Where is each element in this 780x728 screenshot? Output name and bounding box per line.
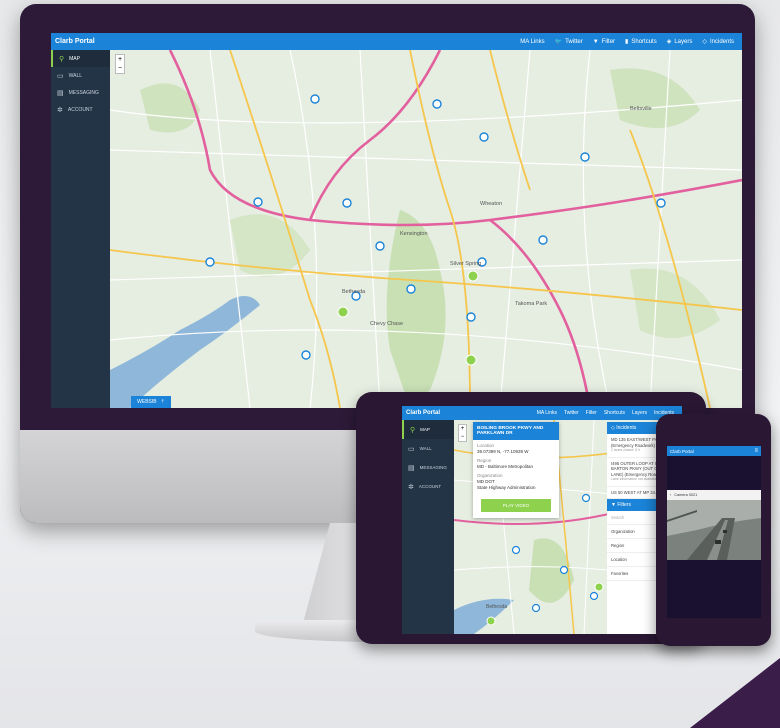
camera-video-feed[interactable]: [667, 500, 761, 560]
play-video-button[interactable]: PLAY VIDEO: [481, 499, 551, 512]
region-label: Region: [477, 458, 492, 463]
phone-logo[interactable]: Clarb Portal: [670, 449, 694, 454]
tablet-nav-twitter[interactable]: Twitter: [564, 410, 579, 416]
organization-label: Organization: [477, 473, 503, 478]
organization-value-detail: State Highway Administration: [477, 485, 536, 490]
traffic-camera-image: [667, 500, 761, 560]
camera-label: Camera 0021: [674, 493, 698, 497]
top-navbar: Clarb Portal MA Links 🐦 Twitter ▼ Filter ▮…: [51, 33, 742, 50]
zoom-control: + −: [115, 54, 125, 74]
map-pin-icon: ⚲: [410, 426, 416, 434]
bookmark-icon: ▮: [625, 39, 629, 45]
tablet-nav-links: MA Links Twitter Filter Shortcuts Layers…: [537, 410, 682, 416]
map-pin-icon: ⚲: [59, 55, 65, 63]
sidebar-item-messaging[interactable]: ▤ MESSAGING: [51, 84, 110, 101]
camera-title-bar: ‹ Camera 0021: [667, 490, 761, 500]
tablet-zoom-control: + −: [458, 424, 467, 442]
tablet-nav-shortcuts[interactable]: Shortcuts: [604, 410, 625, 416]
svg-text:Kensington: Kensington: [400, 231, 428, 237]
tablet-nav-ma-links[interactable]: MA Links: [537, 410, 557, 416]
tablet-nav-layers[interactable]: Layers: [632, 410, 647, 416]
tablet-zoom-in-button[interactable]: +: [459, 425, 466, 433]
map-graphic: Bethesda Silver Spring Chevy Chase Takom…: [109, 49, 742, 408]
svg-text:Bethesda: Bethesda: [342, 289, 366, 295]
svg-text:Wheaton: Wheaton: [480, 201, 502, 207]
app-logo[interactable]: Clarb Portal: [51, 38, 115, 45]
phone-spacer: [667, 456, 761, 490]
gear-icon: ✲: [57, 106, 63, 114]
region-value: MD - Baltimore Metropolitan: [477, 464, 534, 469]
nav-ma-links[interactable]: MA Links: [520, 39, 544, 45]
svg-text:Bethesda: Bethesda: [486, 604, 507, 610]
expand-icon: ⇡: [160, 399, 165, 405]
svg-text:Takoma Park: Takoma Park: [515, 301, 547, 307]
wall-icon: ▭: [57, 72, 64, 80]
zoom-in-button[interactable]: +: [116, 55, 124, 64]
tablet-sidebar-item-account[interactable]: ✲ ACCOUNT: [402, 477, 454, 496]
tablet-logo[interactable]: Clarb Portal: [402, 410, 456, 416]
tablet-navbar: Clarb Portal MA Links Twitter Filter Sho…: [402, 406, 682, 420]
svg-text:Beltsville: Beltsville: [630, 106, 652, 112]
decorative-corner: [690, 658, 780, 728]
camera-popup: BOILING BROOK PKWY AND PARKLAWN DR Locat…: [473, 422, 559, 518]
nav-shortcuts[interactable]: ▮ Shortcuts: [625, 38, 657, 46]
sidebar-item-wall[interactable]: ▭ WALL: [51, 67, 110, 84]
nav-twitter[interactable]: 🐦 Twitter: [554, 38, 583, 46]
filter-icon: ▼: [592, 38, 599, 45]
tablet-screen: Clarb Portal MA Links Twitter Filter Sho…: [402, 406, 682, 634]
twitter-icon: 🐦: [554, 39, 563, 45]
hamburger-menu-icon[interactable]: ≡: [754, 448, 758, 454]
map-canvas[interactable]: Bethesda Silver Spring Chevy Chase Takom…: [109, 49, 742, 408]
message-icon: ▤: [57, 89, 64, 97]
tablet-sidebar-item-wall[interactable]: ▭ WALL: [402, 439, 454, 458]
top-nav-links: MA Links 🐦 Twitter ▼ Filter ▮ Shortcuts ◈ La…: [520, 38, 742, 46]
wall-icon: ▭: [408, 445, 415, 453]
location-label: Location: [477, 443, 495, 448]
tablet-sidebar-item-map[interactable]: ⚲ MAP: [402, 420, 454, 439]
desktop-screen: Clarb Portal MA Links 🐦 Twitter ▼ Filter ▮…: [51, 33, 742, 408]
sidebar: ⚲ MAP ▭ WALL ▤ MESSAGING ✲ ACCOUNT: [51, 50, 110, 408]
message-icon: ▤: [408, 464, 415, 472]
nav-incidents[interactable]: ◇ Incidents: [702, 38, 734, 46]
layers-icon: ◈: [666, 39, 672, 45]
back-arrow-icon[interactable]: ‹: [670, 493, 671, 497]
gear-icon: ✲: [408, 483, 414, 491]
sidebar-item-map[interactable]: ⚲ MAP: [51, 50, 110, 67]
incident-icon: ◇: [702, 39, 707, 45]
map-widget-button[interactable]: WEBSIB ⇡: [131, 396, 171, 408]
svg-text:Silver Spring: Silver Spring: [450, 261, 481, 267]
popup-title: BOILING BROOK PKWY AND PARKLAWN DR: [473, 422, 559, 440]
location-value: 39.07399 N, -77.10939 W: [477, 449, 529, 454]
nav-layers[interactable]: ◈ Layers: [666, 38, 693, 46]
tablet-sidebar: ⚲ MAP ▭ WALL ▤ MESSAGING ✲ ACCOUNT: [402, 420, 454, 634]
zoom-out-button[interactable]: −: [116, 64, 124, 73]
svg-text:Chevy Chase: Chevy Chase: [370, 321, 403, 327]
sidebar-item-account[interactable]: ✲ ACCOUNT: [51, 101, 110, 118]
phone-screen: Clarb Portal ≡ ‹ Camera 0021: [667, 446, 761, 618]
phone-navbar: Clarb Portal ≡: [667, 446, 761, 456]
nav-filter[interactable]: ▼ Filter: [593, 39, 615, 45]
tablet-nav-filter[interactable]: Filter: [586, 410, 597, 416]
tablet-zoom-out-button[interactable]: −: [459, 433, 466, 441]
tablet-sidebar-item-messaging[interactable]: ▤ MESSAGING: [402, 458, 454, 477]
